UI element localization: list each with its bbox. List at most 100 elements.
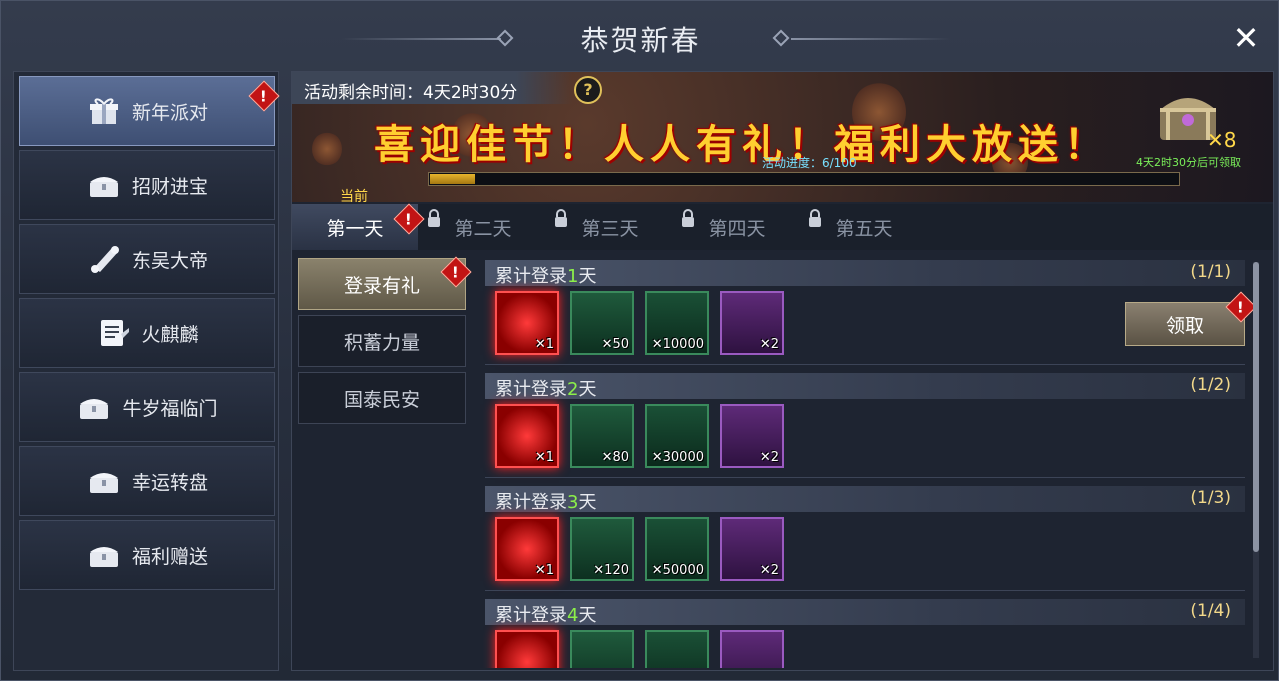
sidebar-item-label: 福利赠送 [131,545,208,568]
chest-count: ✕8 [1207,128,1237,152]
tab-label: 第五天 [835,217,893,240]
chest-icon [86,170,122,200]
hammer-icon[interactable]: ✕1 [495,517,559,581]
tab-day-5[interactable]: 第五天 [801,204,927,250]
subtab-label: 积蓄力量 [343,331,420,354]
subtab-accumulate-power[interactable]: 积蓄力量 [298,315,466,367]
chest-claim-note: 4天2时30分后可领取 [1136,156,1241,169]
reward-row-header: 累计登录2天 (1/2) [485,373,1245,400]
coin-icon[interactable]: ✕10000 [645,291,709,355]
hammer-icon[interactable]: ✕1 [495,291,559,355]
sidebar-item-label: 新年派对 [131,101,208,124]
title-bar: 恭贺新春 ✕ [1,1,1279,71]
close-button[interactable]: ✕ [1229,21,1263,55]
subtab-login-gift[interactable]: 登录有礼 ! [298,256,472,310]
reward-row: 累计登录4天 (1/4) [485,599,1245,668]
reward-title: 累计登录4天 [495,605,597,626]
tab-day-4[interactable]: 第四天 [674,204,800,250]
reward-title: 累计登录2天 [495,379,597,400]
reward-row-header: 累计登录1天 (1/1) [485,260,1245,287]
tab-day-1[interactable]: 第一天 ! [292,203,425,250]
lock-icon [555,209,567,227]
window-title: 恭贺新春 [580,24,701,57]
reward-title: 累计登录3天 [495,492,597,513]
progress-bar [428,172,1180,186]
title-deco-right [791,38,951,40]
chest-icon [76,392,112,422]
subtab-national-peace[interactable]: 国泰民安 [298,372,466,424]
reward-progress-count: (1/2) [1190,375,1231,395]
divider [485,590,1245,591]
progress-fill [430,174,475,184]
reward-row-header: 累计登录3天 (1/3) [485,486,1245,513]
event-window: 恭贺新春 ✕ 新年派对 ! 招财进宝 东吴大帝 火麒麟 牛岁福临门 幸运转盘 福… [0,0,1279,681]
toad-icon[interactable] [720,630,784,668]
help-button[interactable]: ? [574,76,602,104]
scroll-icon [86,244,122,274]
sidebar-item-label: 幸运转盘 [131,471,208,494]
tab-label: 第二天 [454,217,512,240]
gift-icon [86,96,122,126]
day-tabs: 第一天 ! 第二天 第三天 第四天 第五天 [292,203,1273,250]
lock-icon [809,209,821,227]
reward-row: 累计登录2天 (1/2) ✕1 ✕80 ✕30000 ✕2 [485,373,1245,486]
timer-bar: 活动剩余时间：4天2时30分 [292,72,572,104]
alert-badge: ! [440,256,472,288]
hammer-icon[interactable]: ✕1 [495,404,559,468]
sidebar: 新年派对 ! 招财进宝 东吴大帝 火麒麟 牛岁福临门 幸运转盘 福利赠送 [13,71,280,671]
sidebar-item-ox-year[interactable]: 牛岁福临门 [19,372,275,442]
alert-badge: ! [248,80,280,112]
document-icon [95,318,131,348]
sidebar-item-dongwu[interactable]: 东吴大帝 [19,224,275,294]
toad-icon[interactable]: ✕2 [720,404,784,468]
tab-label: 第四天 [708,217,766,240]
sidebar-item-label: 东吴大帝 [131,249,208,272]
sidebar-item-label: 牛岁福临门 [122,397,218,420]
subtab-label: 国泰民安 [343,388,420,411]
divider [485,364,1245,365]
divider [485,477,1245,478]
coin-icon[interactable] [645,630,709,668]
lock-icon [428,209,440,227]
tab-day-3[interactable]: 第三天 [547,204,673,250]
main-panel: 活动剩余时间：4天2时30分 ? 喜迎佳节！人人有礼！福利大放送！ 活动进度：6… [291,71,1274,671]
coin-icon[interactable]: ✕30000 [645,404,709,468]
armor-icon[interactable]: ✕80 [570,404,634,468]
current-marker-label: 当前 [340,189,368,202]
reward-title: 累计登录1天 [495,266,597,287]
reward-row-header: 累计登录4天 (1/4) [485,599,1245,626]
tab-day-2[interactable]: 第二天 [420,204,546,250]
hammer-icon[interactable] [495,630,559,668]
lock-icon [682,209,694,227]
armor-icon[interactable]: ✕50 [570,291,634,355]
reward-progress-count: (1/4) [1190,601,1231,621]
tab-label: 第三天 [581,217,639,240]
sidebar-item-qilin[interactable]: 火麒麟 [19,298,275,368]
subtab-label: 登录有礼 [343,274,420,297]
scroll-thumb[interactable] [1253,262,1259,552]
chest-icon [86,540,122,570]
time-remaining: 活动剩余时间：4天2时30分 [304,83,518,103]
lantern-decoration [312,132,342,166]
chest-icon [86,466,122,496]
sidebar-item-welfare[interactable]: 福利赠送 [19,520,275,590]
reward-progress-count: (1/1) [1190,262,1231,282]
reward-list: 累计登录1天 (1/1) ✕1 ✕50 ✕10000 ✕2 领取 ! 累计登录2… [472,258,1262,668]
progress-label: 活动进度：6/100 [762,156,857,170]
sidebar-item-label: 火麒麟 [141,323,199,346]
event-banner: 活动剩余时间：4天2时30分 ? 喜迎佳节！人人有礼！福利大放送！ 活动进度：6… [292,72,1273,202]
coin-icon[interactable]: ✕50000 [645,517,709,581]
reward-row: 累计登录3天 (1/3) ✕1 ✕120 ✕50000 ✕2 [485,486,1245,599]
reward-progress-count: (1/3) [1190,488,1231,508]
alert-badge: ! [1225,291,1257,323]
armor-icon[interactable] [570,630,634,668]
sidebar-item-lucky-wheel[interactable]: 幸运转盘 [19,446,275,516]
sidebar-item-new-year-party[interactable]: 新年派对 ! [19,76,280,146]
toad-icon[interactable]: ✕2 [720,517,784,581]
armor-icon[interactable]: ✕120 [570,517,634,581]
sidebar-item-fortune[interactable]: 招财进宝 [19,150,275,220]
reward-list-scrollbar[interactable] [1253,262,1259,658]
toad-icon[interactable]: ✕2 [720,291,784,355]
sidebar-item-label: 招财进宝 [131,175,208,198]
tab-label: 第一天 [326,217,384,240]
